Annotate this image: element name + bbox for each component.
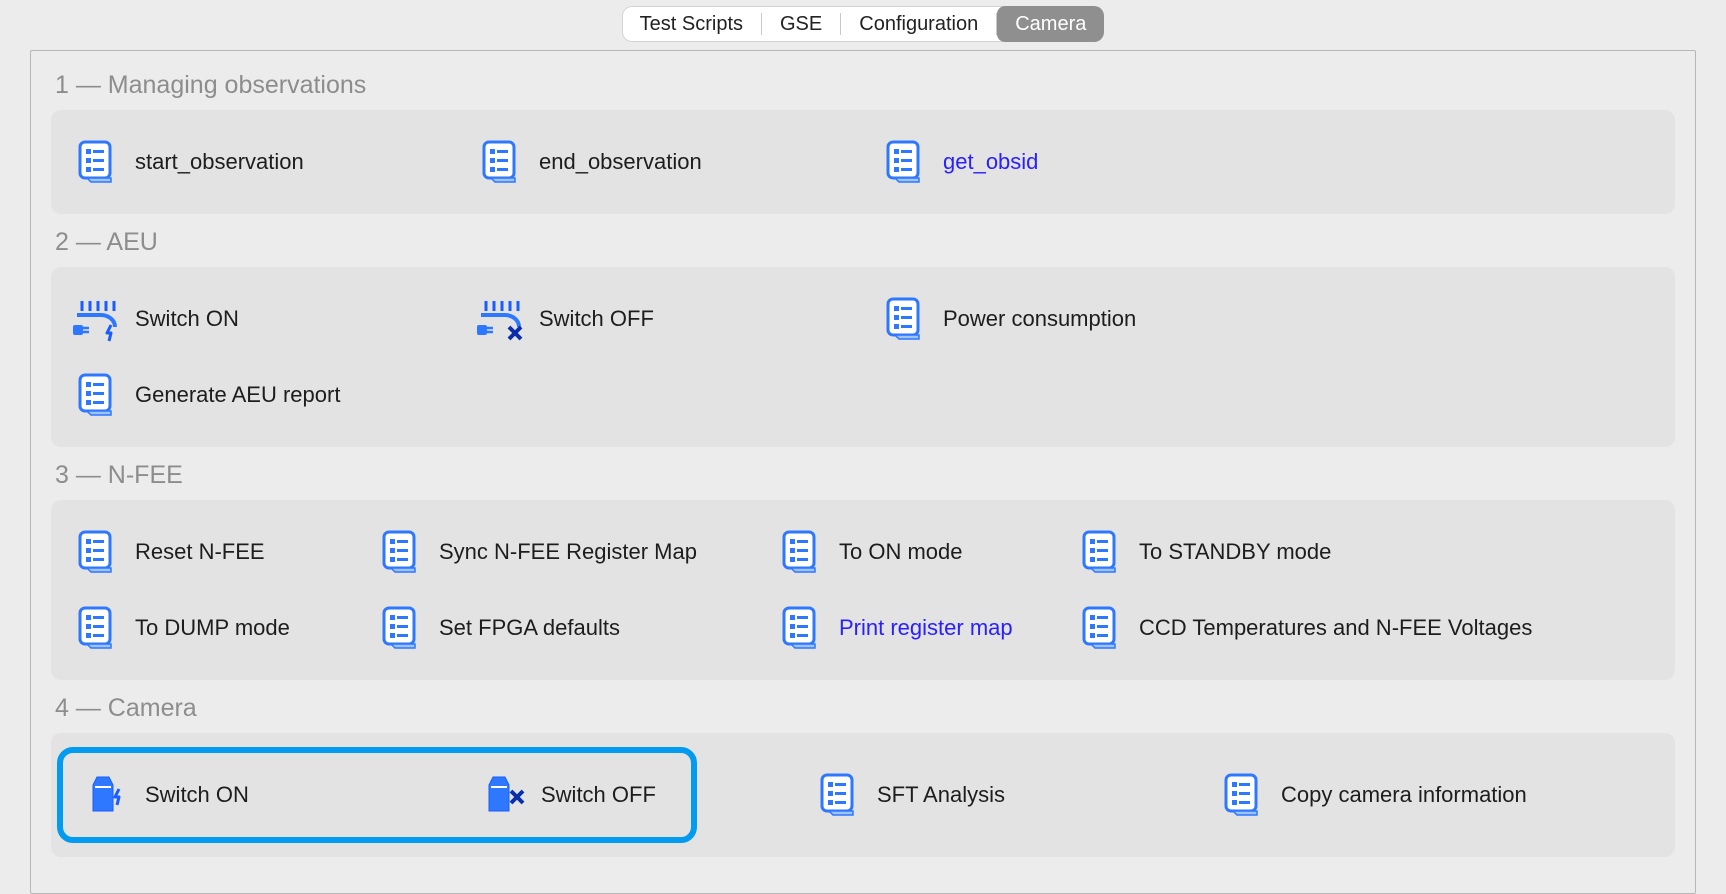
action-label: start_observation [135, 149, 304, 175]
row: Reset N-FEE Sync N-FEE Register Map To ON … [57, 514, 1669, 590]
plug-off-icon [477, 295, 525, 343]
action-copy-camera-information[interactable]: Copy camera information [1205, 751, 1625, 839]
script-icon [73, 528, 121, 576]
script-icon [377, 604, 425, 652]
tab-group: Test ScriptsGSEConfigurationCamera [622, 6, 1105, 42]
script-icon [477, 138, 525, 186]
action-label: Set FPGA defaults [439, 615, 620, 641]
action-label: end_observation [539, 149, 702, 175]
action-label: CCD Temperatures and N-FEE Voltages [1139, 615, 1532, 641]
action-label: Reset N-FEE [135, 539, 265, 565]
script-icon [777, 604, 825, 652]
script-icon [881, 138, 929, 186]
tab-bar: Test ScriptsGSEConfigurationCamera [0, 0, 1726, 42]
row: To DUMP mode Set FPGA defaults Print regis… [57, 590, 1669, 666]
section-title: 1 — Managing observations [55, 71, 1675, 100]
spacer [697, 747, 799, 843]
action-label: To STANDBY mode [1139, 539, 1331, 565]
row: Switch ON Switch OFF Power consumption Gene… [57, 281, 1669, 433]
action-sft-analysis[interactable]: SFT Analysis [801, 751, 1201, 839]
section-title: 4 — Camera [55, 694, 1675, 723]
script-icon [815, 771, 863, 819]
script-icon [881, 295, 929, 343]
section-box: Switch ON Switch OFF SFT Analysis Copy came… [51, 733, 1675, 857]
highlight-box: Switch ON Switch OFF [57, 747, 697, 843]
tab-configuration[interactable]: Configuration [841, 6, 996, 42]
action-label: Copy camera information [1281, 782, 1527, 808]
action-to-standby-mode[interactable]: To STANDBY mode [1063, 518, 1623, 586]
action-label: Switch OFF [541, 782, 656, 808]
script-icon [1077, 528, 1125, 576]
camera-off-icon [479, 771, 527, 819]
plug-on-icon [73, 295, 121, 343]
camera-on-icon [83, 771, 131, 819]
row: start_observation end_observation get_obsi… [57, 124, 1669, 200]
section-box: Switch ON Switch OFF Power consumption Gene… [51, 267, 1675, 447]
script-icon [1077, 604, 1125, 652]
tab-camera[interactable]: Camera [997, 6, 1104, 42]
section-title: 2 — AEU [55, 228, 1675, 257]
action-label: Print register map [839, 615, 1013, 641]
action-label: To ON mode [839, 539, 963, 565]
action-switch-off[interactable]: Switch OFF [465, 761, 685, 829]
tab-gse[interactable]: GSE [762, 6, 840, 42]
action-sync-n-fee-register-map[interactable]: Sync N-FEE Register Map [363, 518, 759, 586]
action-switch-on[interactable]: Switch ON [59, 285, 459, 353]
action-set-fpga-defaults[interactable]: Set FPGA defaults [363, 594, 759, 662]
section-title: 3 — N-FEE [55, 461, 1675, 490]
action-ccd-temperatures-and-n-fee-voltages[interactable]: CCD Temperatures and N-FEE Voltages [1063, 594, 1623, 662]
action-generate-aeu-report[interactable]: Generate AEU report [59, 361, 479, 429]
action-label: Power consumption [943, 306, 1136, 332]
row: Switch ON Switch OFF SFT Analysis Copy came… [57, 747, 1669, 843]
action-to-dump-mode[interactable]: To DUMP mode [59, 594, 359, 662]
action-power-consumption[interactable]: Power consumption [867, 285, 1267, 353]
script-icon [777, 528, 825, 576]
action-to-on-mode[interactable]: To ON mode [763, 518, 1059, 586]
action-switch-on[interactable]: Switch ON [69, 761, 461, 829]
action-label: Sync N-FEE Register Map [439, 539, 697, 565]
action-get-obsid[interactable]: get_obsid [867, 128, 1267, 196]
action-reset-n-fee[interactable]: Reset N-FEE [59, 518, 359, 586]
action-label: Generate AEU report [135, 382, 340, 408]
action-label: get_obsid [943, 149, 1038, 175]
script-icon [377, 528, 425, 576]
main-panel: 1 — Managing observations start_observati… [30, 50, 1696, 894]
action-end-observation[interactable]: end_observation [463, 128, 863, 196]
section-box: Reset N-FEE Sync N-FEE Register Map To ON … [51, 500, 1675, 680]
action-switch-off[interactable]: Switch OFF [463, 285, 863, 353]
action-label: SFT Analysis [877, 782, 1005, 808]
action-label: Switch ON [135, 306, 239, 332]
section-box: start_observation end_observation get_obsi… [51, 110, 1675, 214]
tab-test-scripts[interactable]: Test Scripts [622, 6, 761, 42]
action-print-register-map[interactable]: Print register map [763, 594, 1059, 662]
action-label: Switch ON [145, 782, 249, 808]
action-label: Switch OFF [539, 306, 654, 332]
action-start-observation[interactable]: start_observation [59, 128, 459, 196]
script-icon [1219, 771, 1267, 819]
script-icon [73, 371, 121, 419]
action-label: To DUMP mode [135, 615, 290, 641]
script-icon [73, 604, 121, 652]
script-icon [73, 138, 121, 186]
